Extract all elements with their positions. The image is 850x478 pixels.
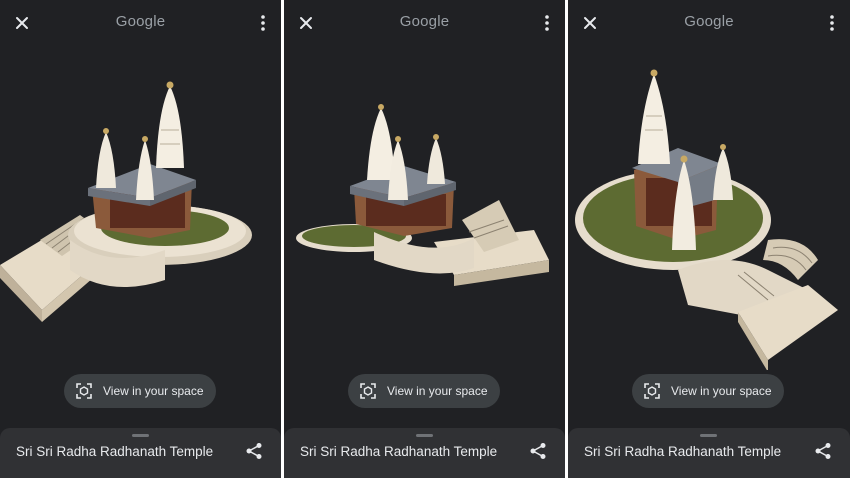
view-in-your-space-label: View in your space — [671, 384, 772, 398]
view-in-your-space-label: View in your space — [387, 384, 488, 398]
share-icon[interactable] — [814, 442, 832, 460]
place-title: Sri Sri Radha Radhanath Temple — [16, 444, 214, 459]
top-bar: Google — [568, 0, 850, 46]
google-logo: Google — [684, 13, 734, 30]
view-in-your-space-button[interactable]: View in your space — [64, 374, 216, 408]
ar-view-icon — [644, 383, 660, 399]
google-logo: Google — [399, 13, 450, 30]
bottom-sheet[interactable]: Sri Sri Radha Radhanath Temple — [284, 428, 565, 478]
bottom-sheet[interactable]: Sri Sri Radha Radhanath Temple — [568, 428, 850, 478]
share-icon[interactable] — [245, 442, 263, 460]
drag-handle[interactable] — [700, 434, 717, 437]
more-vert-icon[interactable] — [828, 13, 836, 33]
temple-3d-model[interactable] — [568, 60, 849, 370]
view-in-your-space-button[interactable]: View in your space — [632, 374, 784, 408]
ar-view-icon — [360, 383, 376, 399]
more-vert-icon[interactable] — [543, 13, 551, 33]
drag-handle[interactable] — [416, 434, 433, 437]
view-in-your-space-label: View in your space — [103, 384, 204, 398]
drag-handle[interactable] — [132, 434, 149, 437]
more-vert-icon[interactable] — [259, 13, 267, 33]
share-icon[interactable] — [529, 442, 547, 460]
phone-screen-2: Google View in your space Sri Sri Radha … — [284, 0, 565, 478]
temple-3d-model[interactable] — [0, 60, 281, 370]
phone-screen-3: Google View in your space Sri Sri Radha … — [568, 0, 850, 478]
place-title: Sri Sri Radha Radhanath Temple — [584, 444, 782, 459]
top-bar: Google — [284, 0, 565, 46]
top-bar: Google — [0, 0, 281, 46]
place-title: Sri Sri Radha Radhanath Temple — [300, 444, 498, 459]
temple-3d-model[interactable] — [284, 60, 565, 370]
view-in-your-space-button[interactable]: View in your space — [348, 374, 500, 408]
bottom-sheet[interactable]: Sri Sri Radha Radhanath Temple — [0, 428, 281, 478]
ar-view-icon — [76, 383, 92, 399]
phone-screen-1: Google View in your space Sri Sri Radha … — [0, 0, 281, 478]
google-logo: Google — [115, 13, 166, 30]
